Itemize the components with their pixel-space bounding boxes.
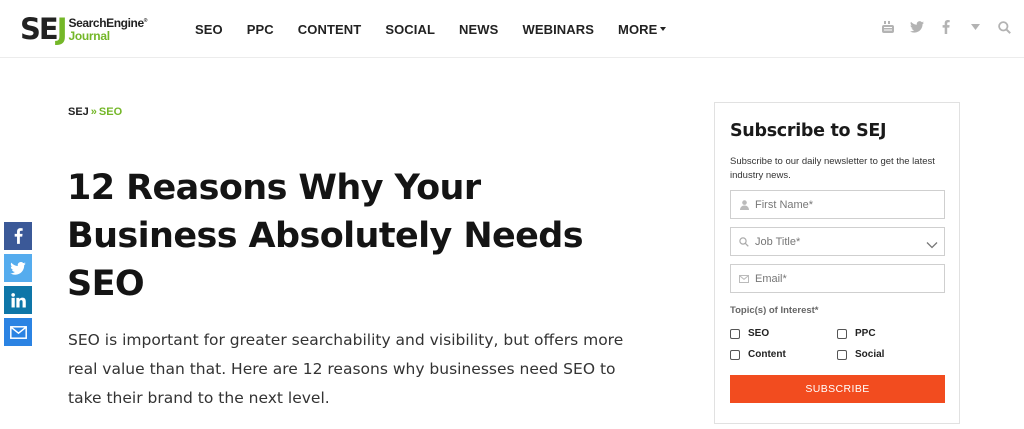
breadcrumb-home-link[interactable]: SEJ xyxy=(68,106,89,118)
topic-checkbox-ppc[interactable]: PPC xyxy=(837,328,876,339)
article-title: 12 Reasons Why Your Business Absolutely … xyxy=(67,168,584,304)
nav-item-news[interactable]: NEWS xyxy=(459,22,498,37)
nav-item-more-label: MORE xyxy=(618,21,658,37)
topics-label: Topic(s) of Interest* xyxy=(730,305,819,316)
topic-label-social: Social xyxy=(855,349,885,360)
share-linkedin-button[interactable] xyxy=(4,286,32,314)
job-title-select[interactable]: Job Title* xyxy=(730,227,945,256)
nav-item-seo[interactable]: SEO xyxy=(195,22,223,37)
email-field[interactable]: Email* xyxy=(730,264,945,293)
share-facebook-button[interactable] xyxy=(4,222,32,250)
search-icon[interactable] xyxy=(996,19,1012,35)
facebook-icon[interactable] xyxy=(938,19,954,35)
registered-mark: ® xyxy=(143,17,148,24)
dropdown-caret-icon[interactable] xyxy=(967,19,983,35)
topic-label-ppc: PPC xyxy=(855,328,876,339)
checkbox-box[interactable] xyxy=(837,349,847,360)
checkbox-box[interactable] xyxy=(730,349,740,360)
first-name-field[interactable]: First Name* xyxy=(730,190,945,219)
envelope-icon xyxy=(739,274,749,284)
nav-item-more[interactable]: MORE xyxy=(618,21,667,37)
topic-checkbox-seo[interactable]: SEO xyxy=(730,328,769,339)
subscribe-description: Subscribe to our daily newsletter to get… xyxy=(730,156,935,181)
subscribe-button[interactable]: SUBSCRIBE xyxy=(730,375,945,403)
logo-word-searchengine: SearchEngine xyxy=(68,15,145,30)
share-twitter-button[interactable] xyxy=(4,254,32,282)
logo-letter-e: E xyxy=(38,11,59,46)
topic-label-seo: SEO xyxy=(748,328,770,339)
email-placeholder: Email* xyxy=(755,272,787,285)
logo-wordmark-line1: SearchEngine® xyxy=(69,17,148,29)
logo-letter-j: J xyxy=(56,11,68,46)
breadcrumb-separator: » xyxy=(90,106,97,118)
header-icons xyxy=(867,19,1012,35)
breadcrumb: SEJ» SEO xyxy=(68,106,122,118)
share-rail xyxy=(4,222,32,350)
job-title-placeholder: Job Title* xyxy=(755,235,801,248)
twitter-icon[interactable] xyxy=(909,19,925,35)
chevron-down-icon xyxy=(926,236,938,254)
subscribe-box: Subscribe to SEJ Subscribe to our daily … xyxy=(714,102,960,424)
main-nav: SEO PPC CONTENT SOCIAL NEWS WEBINARS MOR… xyxy=(195,0,690,58)
nav-item-social[interactable]: SOCIAL xyxy=(385,22,435,37)
user-icon xyxy=(739,199,749,210)
nav-item-content[interactable]: CONTENT xyxy=(298,22,362,37)
topic-checkbox-content[interactable]: Content xyxy=(730,349,786,360)
article-lede: SEO is important for greater searchabili… xyxy=(68,331,624,407)
checkbox-box[interactable] xyxy=(837,328,847,339)
checkbox-box[interactable] xyxy=(730,328,740,339)
logo-wordmark: SearchEngine® Journal xyxy=(69,17,148,42)
share-email-button[interactable] xyxy=(4,318,32,346)
site-header: SEJ SearchEngine® Journal SEO PPC CONTEN… xyxy=(0,0,1024,58)
topic-label-content: Content xyxy=(748,349,786,360)
twitter-icon xyxy=(10,261,26,275)
email-icon xyxy=(9,325,27,339)
site-logo[interactable]: SEJ SearchEngine® Journal xyxy=(20,12,147,46)
logo-monogram: SEJ xyxy=(20,11,68,46)
subscribe-title: Subscribe to SEJ xyxy=(730,121,887,141)
youtube-icon[interactable] xyxy=(880,19,896,35)
topic-checkbox-social[interactable]: Social xyxy=(837,349,884,360)
first-name-placeholder: First Name* xyxy=(755,198,814,211)
logo-wordmark-line2: Journal xyxy=(68,28,111,43)
nav-item-webinars[interactable]: WEBINARS xyxy=(522,22,594,37)
breadcrumb-category-link[interactable]: SEO xyxy=(99,106,122,118)
search-icon xyxy=(739,236,749,247)
caret-down-icon xyxy=(660,27,667,31)
facebook-icon xyxy=(14,228,23,244)
nav-item-ppc[interactable]: PPC xyxy=(247,22,274,37)
logo-letter-s: S xyxy=(20,11,41,46)
linkedin-icon xyxy=(10,292,26,307)
